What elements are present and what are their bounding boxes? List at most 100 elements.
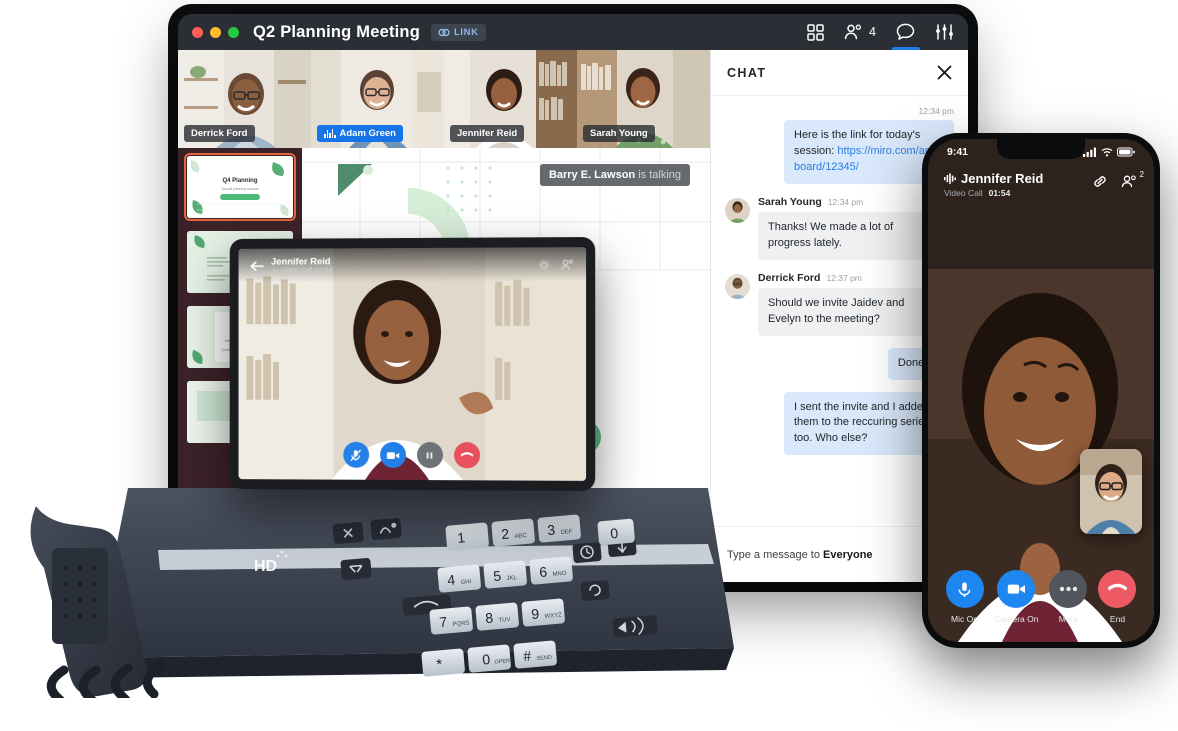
- svg-text:2: 2: [501, 525, 510, 542]
- status-time: 9:41: [947, 146, 969, 158]
- svg-text:9: 9: [531, 605, 540, 622]
- avatar-derrick-ford: [725, 273, 750, 299]
- chat-panel-header: CHAT: [711, 50, 968, 96]
- link-badge-label: LINK: [453, 26, 479, 38]
- link-icon[interactable]: [1092, 175, 1108, 188]
- window-titlebar: Q2 Planning Meeting LINK 4: [178, 14, 968, 50]
- link-icon: [438, 28, 450, 36]
- phone-more-button[interactable]: More: [1049, 570, 1088, 624]
- participant-tile[interactable]: Sarah Young: [577, 50, 710, 148]
- video-camera-icon: [1007, 584, 1025, 594]
- svg-text:ABC: ABC: [514, 533, 527, 540]
- participant-name-badge: Derrick Ford: [184, 125, 255, 142]
- phone-camera-button[interactable]: Camera On: [994, 570, 1039, 624]
- chat-message-incoming: Derrick Ford 12:37 pm Should we invite J…: [725, 272, 954, 336]
- phone-participants-count: 2: [1139, 170, 1144, 179]
- participants-icon: [844, 24, 861, 40]
- participant-name: Adam Green: [339, 128, 397, 139]
- self-view-thumbnail[interactable]: [1080, 449, 1142, 534]
- video-camera-icon: [386, 452, 399, 459]
- participant-name: Jennifer Reid: [457, 128, 518, 139]
- participant-strip: Derrick Ford Adam Green Jennifer Reid Sa…: [178, 50, 710, 148]
- slide-thumb-subtitle: Annual planning session: [221, 187, 259, 191]
- phone-header-actions[interactable]: 2: [1092, 170, 1144, 188]
- microphone-icon: [958, 581, 971, 597]
- ellipsis-icon: [1059, 586, 1078, 592]
- end-button-label: End: [1109, 614, 1126, 624]
- tablet-end-call-button[interactable]: [453, 442, 480, 469]
- battery-icon: [1117, 147, 1135, 157]
- svg-text:GHI: GHI: [460, 579, 471, 586]
- svg-text:5: 5: [493, 567, 502, 584]
- close-icon: [937, 65, 952, 80]
- minimize-window-button[interactable]: [210, 26, 221, 38]
- tablet-mic-button[interactable]: [342, 441, 369, 468]
- status-icons: [1083, 147, 1135, 157]
- tablet-header-actions[interactable]: [539, 259, 574, 270]
- audio-wave-icon: [271, 268, 278, 275]
- phone-mic-button[interactable]: Mic On: [945, 570, 984, 624]
- phone-caller-name: Jennifer Reid: [961, 171, 1044, 186]
- svg-text:0: 0: [610, 525, 619, 542]
- message-author: Derrick Ford: [758, 271, 821, 284]
- phone-call-duration: 01:54: [988, 188, 1011, 198]
- gear-icon: [539, 259, 550, 270]
- participants-button[interactable]: 4: [844, 14, 876, 50]
- phone-call-type: Video Call: [944, 188, 983, 198]
- close-window-button[interactable]: [192, 26, 203, 38]
- phone-caller-name-row: Jennifer Reid: [944, 171, 1043, 186]
- avatar: [725, 197, 750, 223]
- svg-text:6: 6: [539, 563, 548, 580]
- phone-call-controls[interactable]: Mic On Camera On More End: [928, 570, 1154, 624]
- participant-tile[interactable]: Adam Green: [311, 50, 444, 148]
- chat-input-placeholder: Type a message to Everyone: [727, 549, 873, 561]
- phone-participants-button[interactable]: 2: [1121, 170, 1144, 188]
- chat-message-outgoing: Done: ✅: [725, 347, 954, 380]
- slide-thumbnail[interactable]: Q4 Planning Annual planning session: [184, 153, 296, 221]
- pause-icon: [426, 451, 432, 459]
- slide-thumb-pill: [220, 194, 260, 200]
- tablet-screen: Jennifer Reid Video Call 01:54: [238, 247, 587, 481]
- camera-button-circle: [997, 570, 1036, 608]
- tablet-call-header: Jennifer Reid Video Call 01:54: [238, 247, 587, 283]
- audio-wave-icon: [944, 173, 956, 184]
- svg-text:JKL: JKL: [506, 575, 517, 582]
- chat-message-outgoing: I sent the invite and I added them to th…: [725, 391, 954, 456]
- participant-tile[interactable]: Derrick Ford: [178, 50, 311, 148]
- participant-tile[interactable]: Jennifer Reid: [444, 50, 577, 148]
- participants-count: 4: [869, 25, 876, 39]
- phone-call-header: Jennifer Reid Video Call 01:54 2: [928, 167, 1154, 202]
- sliders-icon: [936, 24, 953, 40]
- more-button-label: More: [1058, 614, 1079, 624]
- close-chat-button[interactable]: [937, 65, 952, 80]
- tablet-device: Jennifer Reid Video Call 01:54: [229, 236, 596, 492]
- phone-call-status: Video Call 01:54: [944, 188, 1043, 198]
- svg-text:TUV: TUV: [498, 617, 510, 624]
- settings-button[interactable]: [935, 14, 954, 50]
- message-timestamp: 12:34 pm: [827, 196, 864, 207]
- tablet-more-button[interactable]: [416, 442, 443, 469]
- end-call-icon: [1107, 583, 1128, 591]
- tablet-call-status: Video Call 01:54: [271, 267, 333, 275]
- phone-end-call-button[interactable]: End: [1098, 570, 1137, 624]
- camera-button-label: Camera On: [994, 614, 1039, 624]
- svg-text:4: 4: [447, 571, 456, 588]
- tablet-call-controls[interactable]: [239, 441, 587, 469]
- chat-toggle-button[interactable]: [896, 14, 915, 50]
- message-bubble: Should we invite Jaidev and Evelyn to th…: [758, 287, 928, 336]
- phone-notch: [997, 139, 1085, 159]
- chat-input-audience: Everyone: [823, 548, 873, 561]
- back-button[interactable]: [250, 260, 264, 271]
- tablet-call-duration: 01:54: [315, 267, 333, 275]
- tablet-camera-button[interactable]: [379, 441, 406, 468]
- meeting-title: Q2 Planning Meeting: [253, 22, 420, 41]
- grid-view-button[interactable]: [807, 14, 824, 50]
- meeting-link-button[interactable]: LINK: [430, 23, 486, 41]
- signal-bars-icon: [1083, 147, 1096, 157]
- tablet-caller-name: Jennifer Reid: [271, 256, 331, 268]
- maximize-window-button[interactable]: [228, 26, 239, 38]
- svg-text:HD: HD: [254, 558, 277, 575]
- mic-button-label: Mic On: [951, 614, 978, 624]
- smartphone-screen: 9:41 Jennifer Reid Video Call 01:54 2 Mi…: [928, 139, 1154, 642]
- window-traffic-lights[interactable]: [192, 26, 239, 38]
